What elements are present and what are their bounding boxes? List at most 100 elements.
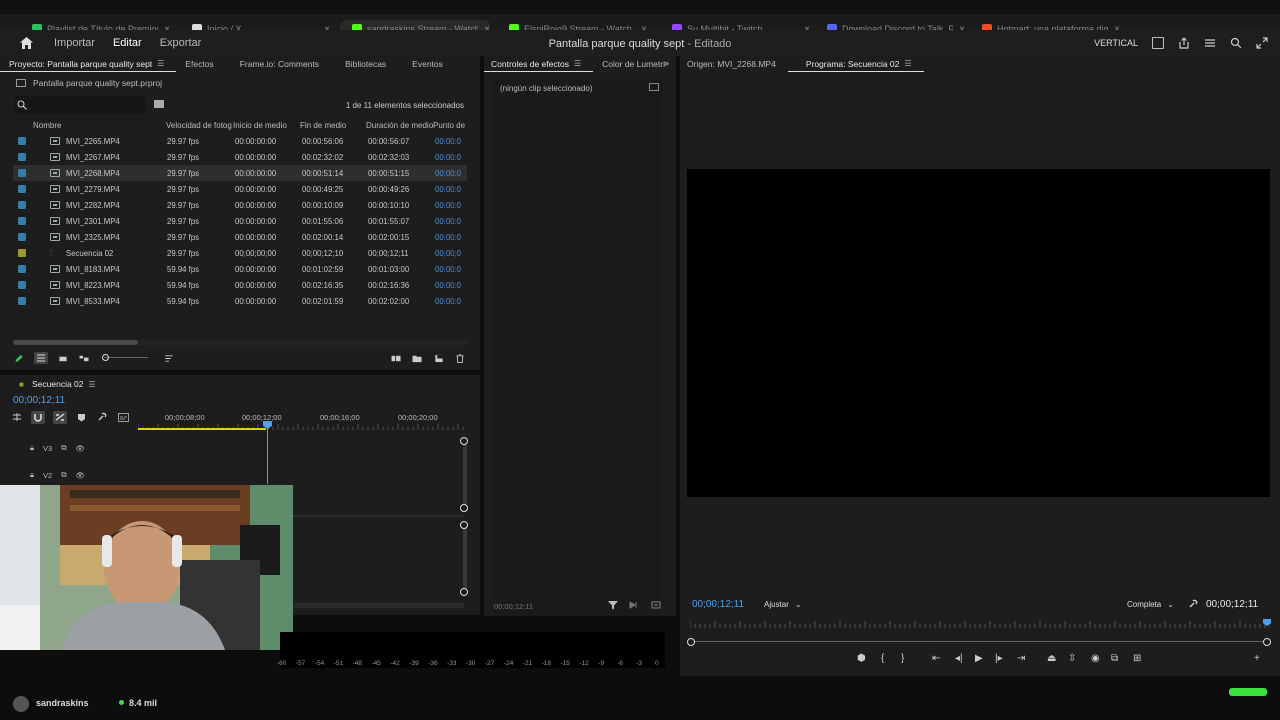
pencil-icon[interactable]: [14, 354, 24, 363]
tab-effect-controls[interactable]: Controles de efectos ☰: [484, 56, 594, 72]
scrollbar-handle-top[interactable]: [460, 437, 468, 445]
go-to-out-icon[interactable]: ⇥: [1017, 653, 1025, 664]
table-row[interactable]: MVI_2265.MP4 29.97 fps 00:00:00:00 00:00:56…: [13, 133, 467, 149]
menu-lines-icon[interactable]: [1204, 37, 1216, 49]
panel-menu-icon[interactable]: ☰: [574, 59, 581, 68]
project-search-input[interactable]: [14, 96, 146, 114]
proxy-toggle-icon[interactable]: ⊞: [1133, 653, 1141, 664]
zoom-bar-handle-right[interactable]: [1263, 638, 1271, 646]
timeline-timecode[interactable]: 00;00;12;11: [13, 395, 65, 406]
zoom-bar-handle-left[interactable]: [687, 638, 695, 646]
playhead-line[interactable]: [267, 424, 268, 484]
eye-icon[interactable]: 👁︎: [76, 444, 86, 453]
lock-icon[interactable]: 🔒︎: [30, 470, 34, 480]
col-media-end[interactable]: Fin de medio: [300, 121, 346, 130]
table-row[interactable]: MVI_2301.MP4 29.97 fps 00:00:00:00 00:01:55…: [13, 213, 467, 229]
tab-project[interactable]: Proyecto: Pantalla parque quality sept ☰: [0, 56, 177, 72]
toggle-timeline-view-icon[interactable]: [649, 83, 659, 91]
program-playhead-timecode[interactable]: 00;00;12;11: [692, 599, 744, 610]
settings-wrench-icon[interactable]: [1188, 599, 1198, 609]
playback-resolution-dropdown[interactable]: Completa ⌄: [1123, 596, 1177, 612]
add-marker-icon[interactable]: [77, 413, 86, 422]
step-back-icon[interactable]: ◂|: [955, 653, 963, 664]
follow-button[interactable]: [1229, 688, 1267, 696]
go-to-in-icon[interactable]: ⇤: [932, 653, 940, 664]
streamer-username[interactable]: sandraskins: [36, 698, 89, 708]
sync-lock-icon[interactable]: ⧉: [61, 470, 66, 480]
col-media-start[interactable]: Inicio de medio: [233, 121, 287, 130]
freeform-view-icon[interactable]: [78, 354, 90, 363]
table-row[interactable]: MVI_8183.MP4 59.94 fps 00:00:00:00 00:01:02…: [13, 261, 467, 277]
tab-program-monitor[interactable]: Programa: Secuencia 02 ☰: [787, 56, 924, 72]
export-frame-icon[interactable]: [651, 600, 661, 610]
project-horizontal-scrollbar[interactable]: [13, 340, 467, 345]
search-icon[interactable]: [1230, 37, 1242, 49]
lock-icon[interactable]: 🔒︎: [30, 443, 34, 453]
more-panels-icon[interactable]: »: [664, 58, 669, 68]
table-row[interactable]: MVI_8533.MP4 59.94 fps 00:00:00:00 00:02:01…: [13, 293, 467, 309]
col-media-duration[interactable]: Duración de medio: [366, 121, 433, 130]
tab-sequence[interactable]: ■ Secuencia 02 ☰: [0, 376, 108, 392]
col-in-point[interactable]: Punto de e: [433, 121, 467, 130]
lift-icon[interactable]: ⏏: [1047, 653, 1056, 664]
program-zoom-bar[interactable]: [690, 641, 1268, 642]
work-area-bar[interactable]: [138, 428, 266, 430]
tab-libraries[interactable]: Bibliotecas: [331, 56, 398, 72]
table-row[interactable]: MVI_2279.MP4 29.97 fps 00:00:00:00 00:00:49…: [13, 181, 467, 197]
comparison-view-icon[interactable]: ⧉: [1111, 653, 1118, 664]
table-row[interactable]: MVI_2282.MP4 29.97 fps 00:00:00:00 00:00:10…: [13, 197, 467, 213]
play-only-audio-icon[interactable]: [629, 600, 639, 610]
sequence-close-icon[interactable]: ■: [19, 380, 24, 389]
video-tracks-scrollbar[interactable]: [463, 442, 467, 508]
track-divider[interactable]: [293, 515, 463, 517]
captions-icon[interactable]: [118, 413, 129, 422]
sort-icon[interactable]: [164, 354, 174, 363]
avatar[interactable]: [13, 696, 29, 712]
wrench-icon[interactable]: [97, 412, 107, 422]
linked-selection-toggle[interactable]: [53, 411, 67, 424]
table-row[interactable]: MVI_2325.MP4 29.97 fps 00:00:00:00 00:02:00…: [13, 229, 467, 245]
table-row[interactable]: MVI_2268.MP4 29.97 fps 00:00:00:00 00:00:51…: [13, 165, 467, 181]
snap-toggle[interactable]: [31, 411, 45, 424]
timeline-horizontal-scrollbar[interactable]: [293, 603, 465, 608]
zoom-slider-track[interactable]: [104, 357, 148, 358]
play-icon[interactable]: ▶: [975, 653, 983, 664]
export-frame-icon[interactable]: ◉: [1091, 653, 1100, 664]
workspace-label[interactable]: VERTICAL: [1094, 38, 1138, 48]
table-row[interactable]: ⫶ Secuencia 02 29.97 fps 00;00;00;00 00;00;1…: [13, 245, 467, 261]
step-forward-icon[interactable]: |▸: [995, 653, 1003, 664]
new-bin-from-search-icon[interactable]: [154, 100, 164, 108]
mark-out-icon[interactable]: }: [901, 653, 904, 664]
table-row[interactable]: MVI_2267.MP4 29.97 fps 00:00:00:00 00:02:32…: [13, 149, 467, 165]
scrollbar-handle-bottom[interactable]: [460, 504, 468, 512]
extract-icon[interactable]: ⇳: [1068, 653, 1076, 664]
workspace-layout-icon[interactable]: [1152, 37, 1164, 49]
tab-events[interactable]: Eventos: [398, 56, 455, 72]
tab-source-monitor[interactable]: Origen: MVI_2268.MP4: [680, 56, 788, 72]
zoom-slider-handle[interactable]: [102, 354, 109, 361]
button-editor-plus-icon[interactable]: +: [1254, 653, 1260, 664]
add-marker-icon[interactable]: ⬢: [857, 653, 866, 664]
mark-in-icon[interactable]: {: [881, 653, 884, 664]
filter-icon[interactable]: [608, 600, 618, 610]
table-row[interactable]: MVI_8223.MP4 59.94 fps 00:00:00:00 00:02:16…: [13, 277, 467, 293]
fullscreen-icon[interactable]: [1256, 37, 1268, 49]
scrollbar-thumb[interactable]: [13, 340, 138, 345]
tab-frameio[interactable]: Frame.io: Comments: [226, 56, 331, 72]
panel-menu-icon[interactable]: ☰: [89, 380, 96, 389]
scrollbar-handle-bottom[interactable]: [460, 588, 468, 596]
audio-tracks-scrollbar[interactable]: [463, 525, 467, 591]
new-item-icon[interactable]: [434, 354, 444, 363]
panel-menu-icon[interactable]: ☰: [157, 59, 164, 68]
program-video-display[interactable]: [687, 169, 1270, 497]
insert-nest-icon[interactable]: [12, 412, 22, 422]
panel-menu-icon[interactable]: ☰: [904, 59, 911, 68]
share-icon[interactable]: [1178, 37, 1190, 49]
program-time-ruler[interactable]: [690, 620, 1270, 628]
trash-icon[interactable]: [455, 354, 465, 363]
sync-lock-icon[interactable]: ⧉: [61, 443, 66, 453]
eye-icon[interactable]: 👁︎: [76, 471, 86, 480]
tab-effects[interactable]: Efectos: [176, 56, 225, 72]
icon-view-icon[interactable]: [58, 354, 68, 363]
new-bin-icon[interactable]: [412, 354, 422, 363]
